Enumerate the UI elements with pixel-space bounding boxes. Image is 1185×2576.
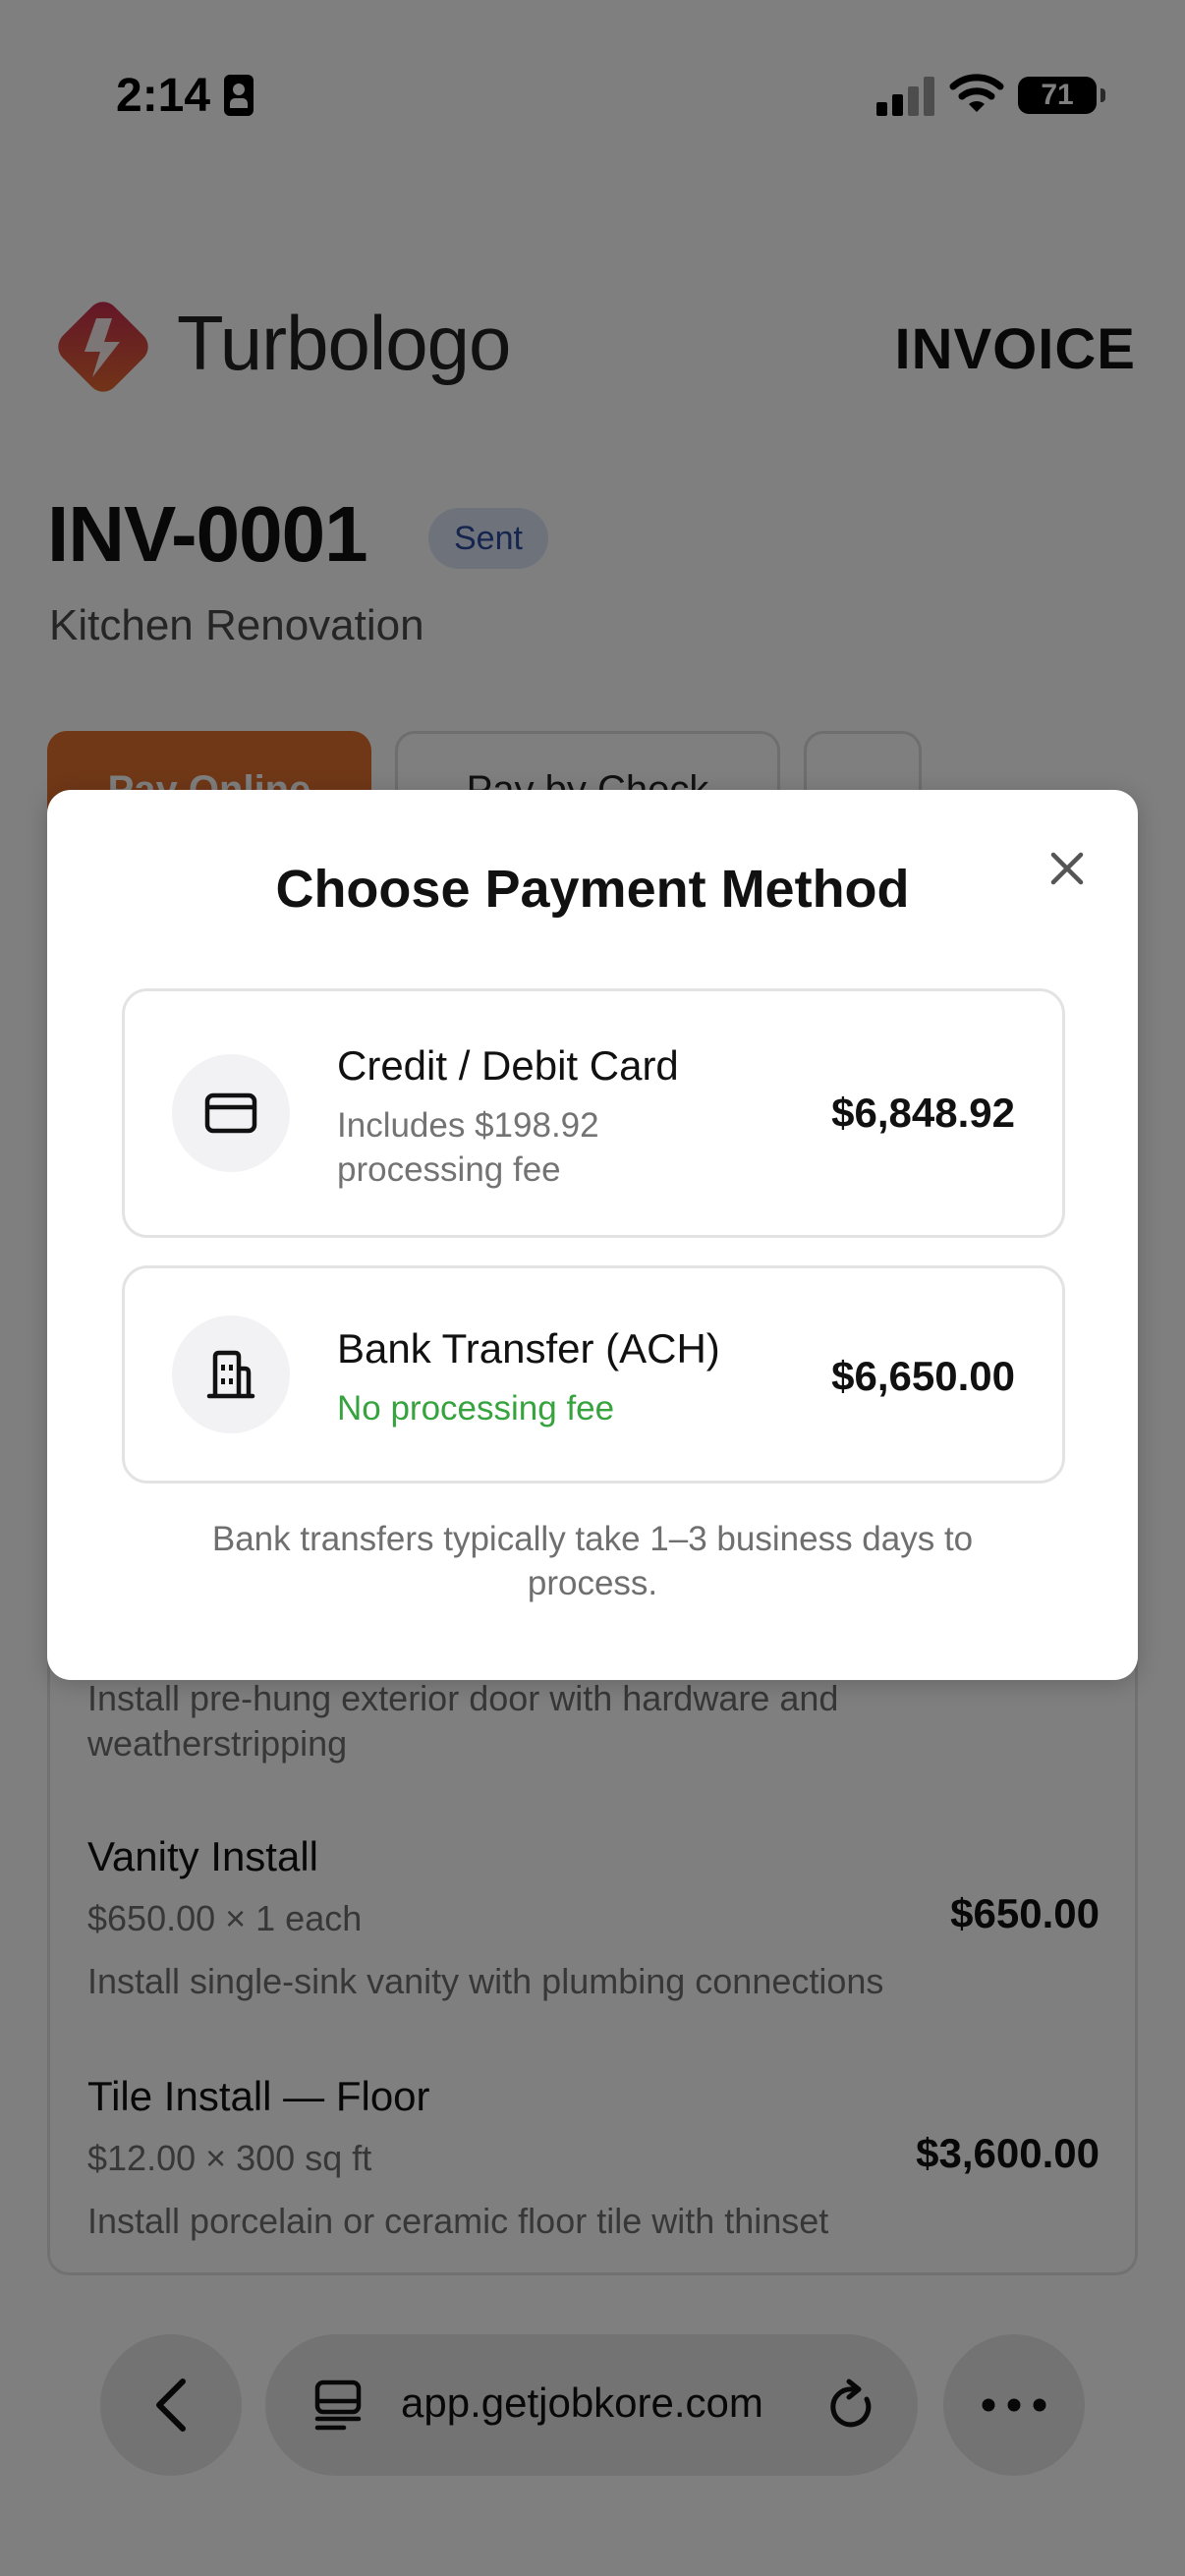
- bank-building-icon: [172, 1316, 290, 1433]
- option-subtitle: No processing fee: [337, 1389, 615, 1428]
- option-title: Credit / Debit Card: [337, 1042, 679, 1089]
- close-icon[interactable]: [1040, 841, 1095, 896]
- payment-method-modal: Choose Payment Method Credit / Debit Car…: [47, 790, 1138, 1680]
- modal-title: Choose Payment Method: [275, 860, 910, 919]
- option-amount: $6,650.00: [831, 1353, 1015, 1399]
- option-title: Bank Transfer (ACH): [337, 1325, 720, 1372]
- option-subtitle: Includes $198.92 processing fee: [337, 1106, 599, 1189]
- invoice-page: 2:14 71 Turbologo INVOICE INV-0001 Sent …: [0, 0, 1185, 2576]
- modal-note: Bank transfers typically take 1–3 busine…: [211, 1520, 974, 1602]
- option-amount: $6,848.92: [831, 1090, 1015, 1136]
- payment-option-ach[interactable]: Bank Transfer (ACH) No processing fee $6…: [122, 1265, 1065, 1484]
- credit-card-icon: [172, 1054, 290, 1172]
- payment-option-card[interactable]: Credit / Debit Card Includes $198.92 pro…: [122, 988, 1065, 1238]
